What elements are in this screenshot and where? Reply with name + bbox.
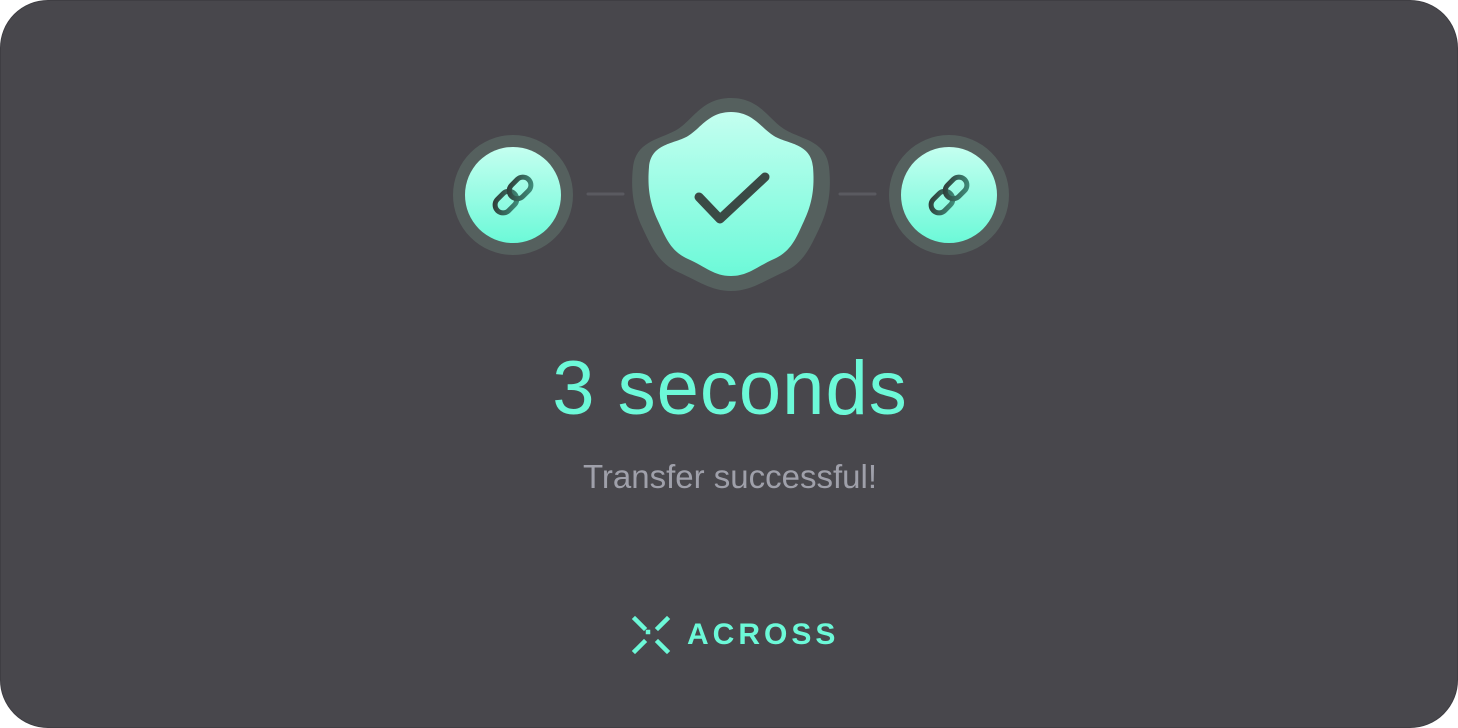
status-message: Transfer successful! xyxy=(582,458,878,495)
transfer-progress-graphic xyxy=(453,98,1009,291)
transfer-success-card: 3 seconds Transfer successful! ACROSS xyxy=(0,0,1458,728)
brand-footer: ACROSS xyxy=(631,613,839,657)
transfer-duration: 3 seconds xyxy=(552,346,908,431)
source-chain-node xyxy=(453,135,573,255)
success-badge xyxy=(632,98,830,291)
destination-chain-node xyxy=(889,135,1009,255)
across-x-logo-icon xyxy=(631,615,671,655)
brand-name: ACROSS xyxy=(687,618,840,651)
